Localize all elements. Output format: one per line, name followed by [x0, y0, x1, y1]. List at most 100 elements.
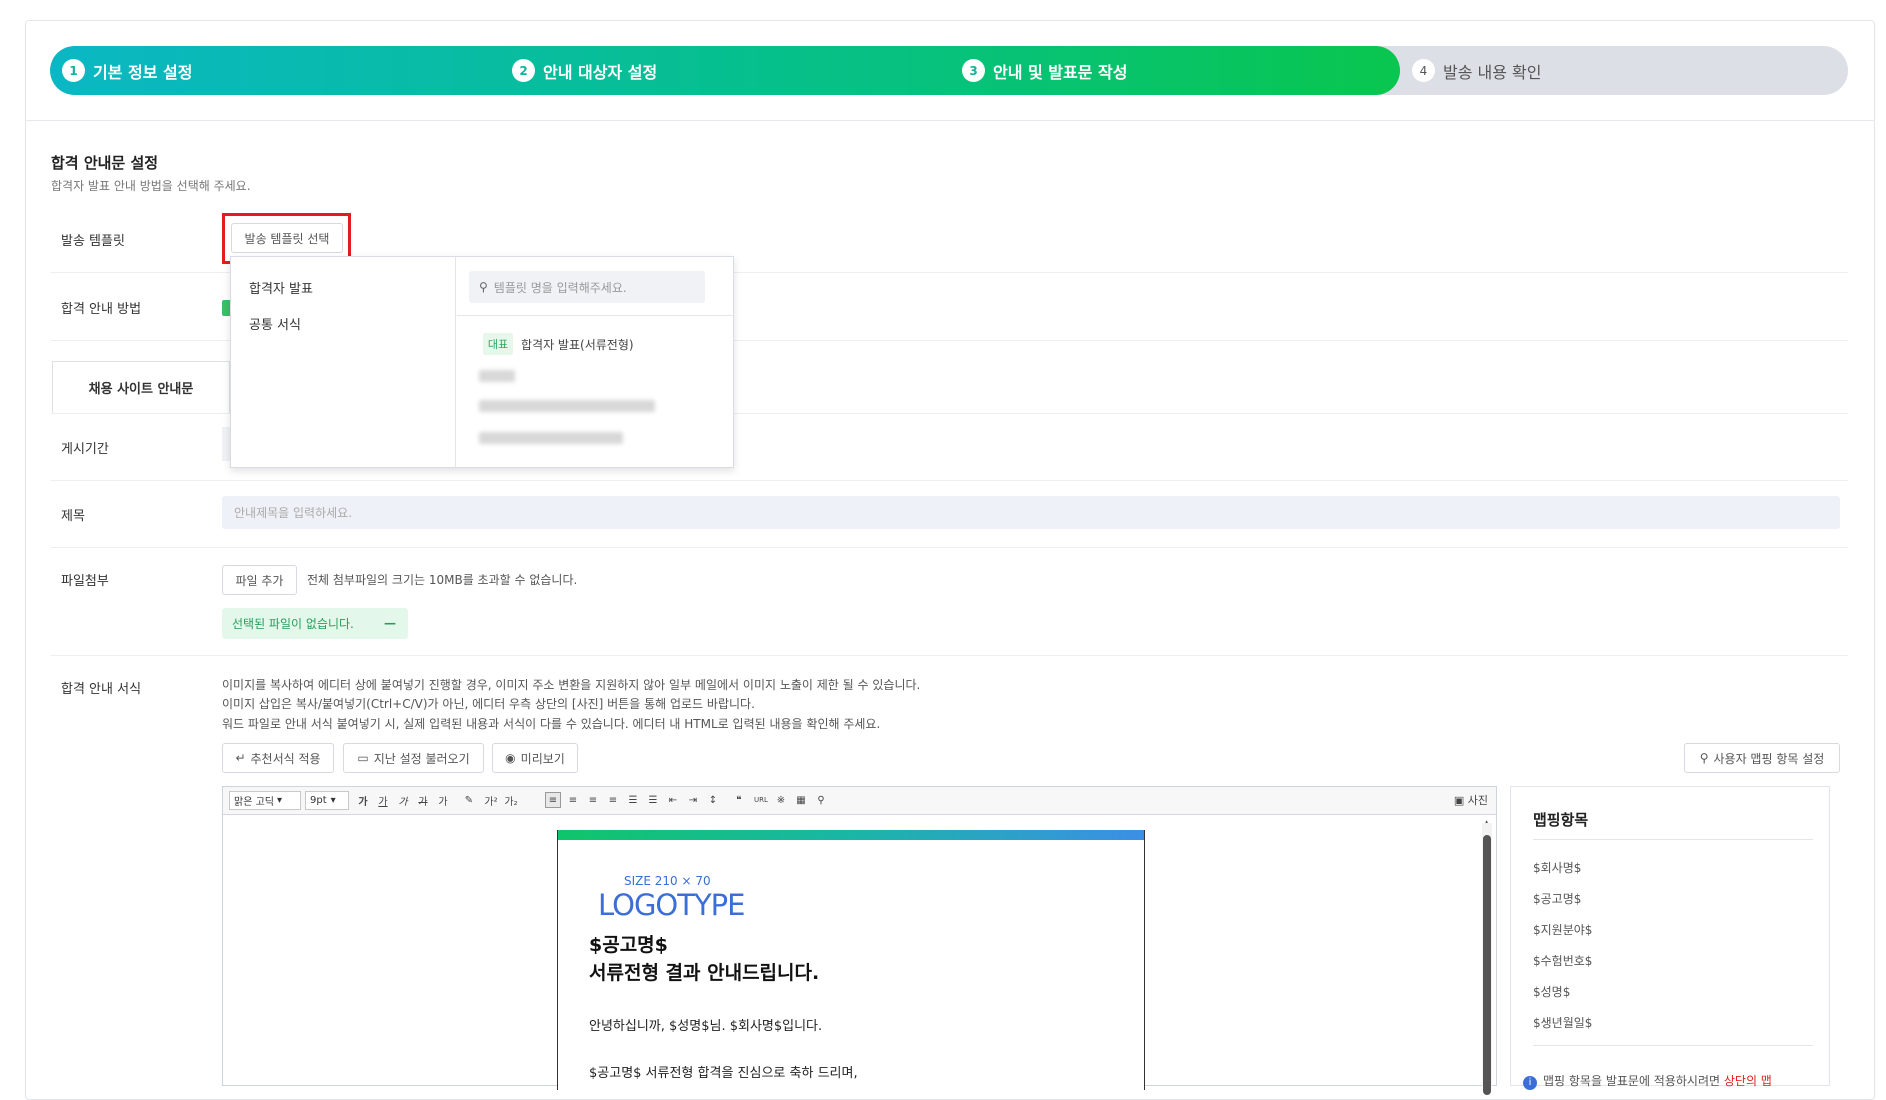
- mapping-item[interactable]: $성명$: [1533, 983, 1570, 1000]
- superscript-icon[interactable]: 가²: [483, 792, 499, 808]
- mapping-panel: 맵핑항목 $회사명$ $공고명$ $지원분야$ $수험번호$ $성명$ $생년월…: [1510, 786, 1830, 1090]
- eye-icon: ◉: [505, 751, 516, 765]
- logo-size-text: SIZE 210 × 70: [624, 874, 711, 888]
- doc-heading: $공고명$: [589, 934, 668, 956]
- photo-button[interactable]: ▣ 사진: [1454, 792, 1488, 808]
- subject-input[interactable]: 안내제목을 입력하세요.: [222, 496, 1840, 529]
- preview-button[interactable]: ◉ 미리보기: [492, 743, 578, 773]
- editor-scrollbar[interactable]: [1482, 823, 1492, 1095]
- step-number: 3: [962, 59, 985, 82]
- highlight-icon[interactable]: ✎: [461, 792, 477, 808]
- photo-label: 사진: [1467, 794, 1488, 807]
- subscript-icon[interactable]: 가₂: [503, 792, 519, 808]
- editor-note: 이미지를 복사하여 에디터 상에 붙여넣기 진행할 경우, 이미지 주소 변환을…: [222, 678, 921, 692]
- indent-icon[interactable]: ⇥: [685, 792, 701, 808]
- doc-paragraph: 안녕하십니까, $성명$님. $회사명$입니다.: [589, 1019, 823, 1034]
- no-file-text: 선택된 파일이 없습니다.: [232, 617, 354, 631]
- remove-file-button[interactable]: —: [384, 616, 396, 630]
- quote-icon[interactable]: ❝: [731, 792, 747, 808]
- ordered-list-icon[interactable]: ☰: [625, 792, 641, 808]
- row-divider: [51, 480, 1848, 481]
- row-divider: [51, 655, 1848, 656]
- text-color-icon[interactable]: 가: [435, 792, 451, 808]
- unordered-list-icon[interactable]: ☰: [645, 792, 661, 808]
- template-dropdown: 합격자 발표 공통 서식 ⚲ 템플릿 명을 입력해주세요. 대표 합격자 발표(…: [230, 256, 734, 468]
- apply-recommended-button[interactable]: ↵ 추천서식 적용: [222, 743, 334, 773]
- strikethrough-icon[interactable]: 가: [415, 792, 431, 808]
- logo-placeholder: LOGOTYPE: [598, 888, 745, 922]
- template-item[interactable]: 합격자 발표(서류전형): [521, 336, 634, 353]
- table-icon[interactable]: ▦: [793, 792, 809, 808]
- mapping-item[interactable]: $공고명$: [1533, 890, 1581, 907]
- image-icon: ▣: [1453, 794, 1468, 807]
- template-search-input[interactable]: ⚲ 템플릿 명을 입력해주세요.: [469, 271, 705, 303]
- return-arrow-icon: ↵: [235, 751, 246, 765]
- search-icon: ⚲: [479, 280, 488, 294]
- doc-paragraph: $공고명$ 서류전형 합격을 진심으로 축하 드리며,: [589, 1066, 858, 1081]
- user-mapping-settings-button[interactable]: ⚲ 사용자 맵핑 항목 설정: [1684, 743, 1840, 773]
- step-4: 4 발송 내용 확인: [1412, 46, 1542, 95]
- line-height-icon[interactable]: ↕: [705, 792, 721, 808]
- editor-note: 이미지 삽입은 복사/붙여넣기(Ctrl+C/V)가 아닌, 에디터 우측 상단…: [222, 697, 755, 711]
- editor-note: 워드 파일로 안내 서식 붙여넣기 시, 실제 입력된 내용과 서식이 다를 수…: [222, 717, 881, 731]
- font-family-select[interactable]: 맑은 고딕 ▾: [229, 791, 301, 810]
- period-label: 게시기간: [61, 442, 109, 457]
- section-description: 합격자 발표 안내 방법을 선택해 주세요.: [51, 179, 251, 193]
- template-label: 발송 템플릿: [61, 234, 125, 249]
- divider: [25, 120, 1875, 121]
- mapping-info: i 맵핑 항목을 발표문에 적용하시려면 상단의 맵: [1523, 1072, 1772, 1090]
- step-number: 4: [1412, 59, 1435, 82]
- editor-toolbar: 맑은 고딕 ▾ 9pt ▾ 가 가 가 가 가 ✎ 가² 가₂ ≡ ≡ ≡ ≡ ☰ …: [223, 787, 1496, 815]
- subject-label: 제목: [61, 509, 85, 524]
- preview-label: 미리보기: [520, 751, 565, 766]
- section-title: 합격 안내문 설정: [51, 154, 159, 172]
- align-left-icon[interactable]: ≡: [545, 792, 561, 808]
- category-item[interactable]: 합격자 발표: [249, 278, 313, 297]
- scrollbar-thumb[interactable]: [1483, 835, 1491, 1095]
- step-number: 2: [512, 59, 535, 82]
- mapping-item[interactable]: $회사명$: [1533, 859, 1581, 876]
- italic-icon[interactable]: 가: [395, 792, 411, 808]
- step-3: 3 안내 및 발표문 작성: [962, 46, 1127, 95]
- link-icon[interactable]: URL: [753, 792, 769, 808]
- find-icon[interactable]: ⚲: [813, 792, 829, 808]
- tab-recruit-site-notice[interactable]: 채용 사이트 안내문: [52, 361, 230, 413]
- bold-icon[interactable]: 가: [355, 792, 371, 808]
- blurred-template-item[interactable]: [479, 400, 655, 412]
- underline-icon[interactable]: 가: [375, 792, 391, 808]
- divider: [1533, 839, 1813, 840]
- font-size-value: 9pt: [310, 795, 327, 806]
- step-label: 안내 대상자 설정: [543, 62, 658, 82]
- step-label: 안내 및 발표문 작성: [993, 62, 1128, 82]
- selected-files-box: 선택된 파일이 없습니다. —: [222, 608, 408, 639]
- mapping-item[interactable]: $지원분야$: [1533, 921, 1592, 938]
- align-justify-icon[interactable]: ≡: [605, 792, 621, 808]
- step-label: 발송 내용 확인: [1443, 62, 1542, 82]
- rich-text-editor[interactable]: 맑은 고딕 ▾ 9pt ▾ 가 가 가 가 가 ✎ 가² 가₂ ≡ ≡ ≡ ≡ ☰ …: [222, 786, 1497, 1095]
- special-char-icon[interactable]: ※: [773, 792, 789, 808]
- step-label: 기본 정보 설정: [93, 62, 193, 82]
- mapping-item[interactable]: $수험번호$: [1533, 952, 1592, 969]
- align-center-icon[interactable]: ≡: [565, 792, 581, 808]
- progress-stepper: 1 기본 정보 설정 2 안내 대상자 설정 3 안내 및 발표문 작성 4 발…: [50, 46, 1848, 95]
- blurred-template-item[interactable]: [479, 370, 515, 382]
- divider: [457, 315, 734, 316]
- add-file-button[interactable]: 파일 추가: [222, 565, 297, 595]
- align-right-icon[interactable]: ≡: [585, 792, 601, 808]
- representative-badge: 대표: [483, 333, 513, 355]
- divider: [1533, 1045, 1813, 1046]
- blurred-template-item[interactable]: [479, 432, 623, 444]
- mapping-info-highlight: 상단의 맵: [1723, 1074, 1772, 1088]
- font-size-select[interactable]: 9pt ▾: [305, 791, 349, 810]
- category-item[interactable]: 공통 서식: [249, 314, 301, 333]
- document-header-bar: [558, 830, 1144, 840]
- folder-icon: ▭: [357, 751, 369, 765]
- attach-label: 파일첨부: [61, 574, 109, 589]
- outdent-icon[interactable]: ⇤: [665, 792, 681, 808]
- search-placeholder: 템플릿 명을 입력해주세요.: [493, 280, 627, 295]
- mapping-item[interactable]: $생년월일$: [1533, 1014, 1592, 1031]
- info-icon: i: [1523, 1076, 1537, 1090]
- step-2: 2 안내 대상자 설정: [512, 46, 657, 95]
- attach-size-note: 전체 첨부파일의 크기는 10MB를 초과할 수 없습니다.: [307, 573, 578, 587]
- load-previous-button[interactable]: ▭ 지난 설정 불러오기: [343, 743, 484, 773]
